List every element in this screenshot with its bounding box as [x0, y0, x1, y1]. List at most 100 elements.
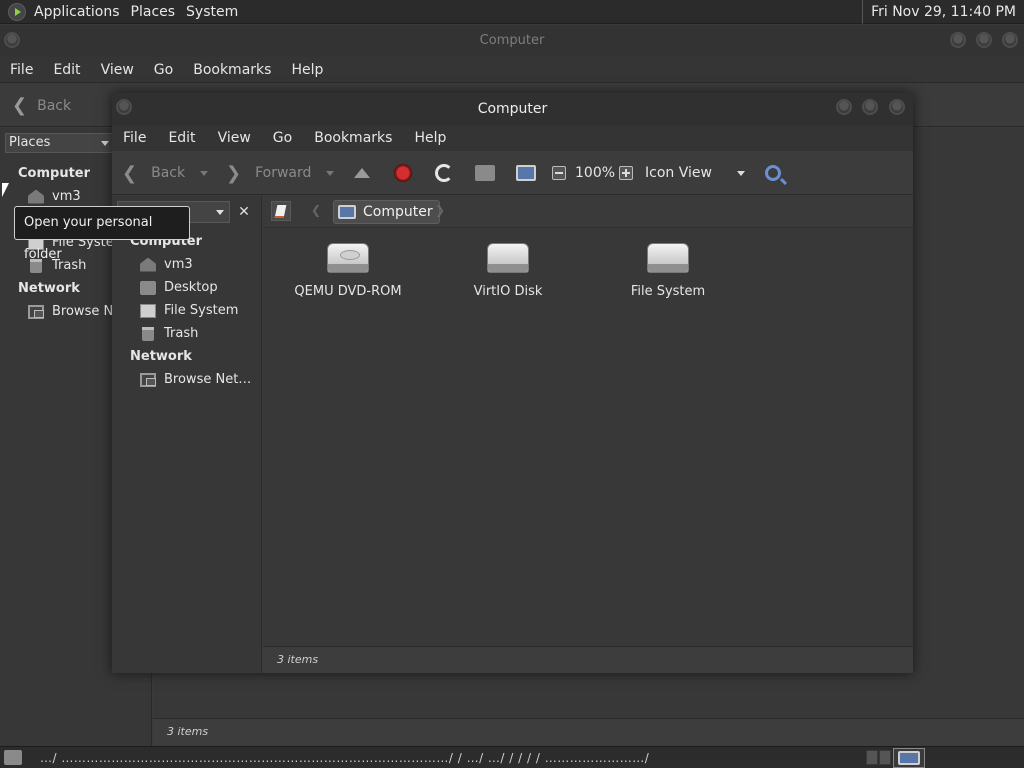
places-menu[interactable]: Places: [129, 4, 185, 20]
sidebar-item-trash[interactable]: Trash: [140, 326, 198, 341]
back-history-dropdown-icon[interactable]: [200, 171, 208, 176]
sidebar-heading-network: Network: [130, 349, 192, 364]
computer-button[interactable]: [516, 151, 536, 195]
sidebar-item-vm3[interactable]: vm3: [140, 257, 193, 272]
file-system-icon: [140, 303, 156, 318]
show-desktop-icon[interactable]: [4, 750, 22, 765]
window-menu-button[interactable]: [116, 99, 132, 115]
toolbar: ❮ Back ❯ Forward 100% Icon View: [112, 151, 913, 195]
sidebar-close-icon[interactable]: ✕: [233, 201, 255, 223]
forward-button[interactable]: ❯ Forward: [226, 151, 311, 195]
drive-label: VirtIO Disk: [473, 284, 543, 299]
forward-label: Forward: [255, 165, 312, 181]
drive-item-virtio[interactable]: VirtIO Disk: [438, 243, 578, 299]
zoom-in-icon: [619, 166, 633, 180]
forward-history-dropdown-icon[interactable]: [326, 171, 334, 176]
sidebar-item-label: Trash: [164, 326, 199, 341]
window-list[interactable]: …/ …………………………………………………………………………………/ / …/…: [40, 748, 860, 768]
sidebar-item-label: File System: [164, 303, 239, 318]
zoom-in-button[interactable]: [619, 151, 633, 195]
icon-view-content[interactable]: QEMU DVD-ROM VirtIO Disk File System: [263, 229, 913, 646]
top-panel: Applications Places System Fri Nov 29, 1…: [0, 0, 1024, 24]
zoom-out-icon: [552, 166, 566, 180]
bg-menu-help[interactable]: Help: [281, 62, 333, 78]
path-bar: ❮ Computer ❯: [263, 196, 913, 228]
stop-button[interactable]: [394, 151, 412, 195]
network-icon: [28, 304, 44, 319]
hard-disk-icon: [487, 243, 529, 273]
window-titlebar[interactable]: Computer: [112, 93, 913, 125]
hard-disk-icon: [647, 243, 689, 273]
zoom-level[interactable]: 100%: [575, 151, 615, 195]
statusbar: 3 items: [263, 646, 913, 673]
bg-window-menu-button[interactable]: [4, 32, 20, 48]
path-button-computer[interactable]: Computer: [333, 200, 440, 224]
bg-menu-view[interactable]: View: [91, 62, 144, 78]
workspace-pager-cell[interactable]: [879, 750, 891, 765]
reload-button[interactable]: [435, 151, 453, 195]
clock[interactable]: Fri Nov 29, 11:40 PM: [862, 0, 1024, 24]
menu-help[interactable]: Help: [403, 130, 457, 146]
up-button[interactable]: [354, 151, 370, 195]
edit-location-icon[interactable]: [271, 201, 291, 221]
sidebar-item-browse-network[interactable]: Browse Net…: [140, 372, 251, 387]
bg-maximize-button[interactable]: [976, 32, 992, 48]
sidebar-item-label: Browse Net…: [164, 372, 252, 387]
drive-item-file-system[interactable]: File System: [598, 243, 738, 299]
bg-back-button[interactable]: ❮ Back: [12, 95, 71, 116]
workspace-pager-cell[interactable]: [866, 750, 878, 765]
path-scroll-left-icon[interactable]: ❮: [311, 203, 321, 217]
close-button[interactable]: [889, 99, 905, 115]
bg-window-titlebar[interactable]: Computer: [0, 25, 1024, 57]
zoom-out-button[interactable]: [552, 151, 566, 195]
back-arrow-icon: ❮: [12, 95, 28, 116]
view-mode-select[interactable]: Icon View: [645, 151, 712, 195]
view-mode-chevron-down-icon[interactable]: [737, 171, 745, 176]
sidebar-item-label: vm3: [164, 257, 193, 272]
bg-back-label: Back: [37, 98, 72, 114]
bg-menu-go[interactable]: Go: [144, 62, 183, 78]
bg-sidebar-item-browse-network[interactable]: Browse Ne: [28, 304, 121, 319]
home-folder-icon: [475, 165, 495, 181]
home-folder-icon: [140, 257, 156, 272]
bg-sidebar-heading-network: Network: [18, 281, 80, 296]
menu-file[interactable]: File: [112, 130, 157, 146]
menubar: File Edit View Go Bookmarks Help: [112, 125, 913, 151]
forward-arrow-icon: ❯: [226, 162, 242, 184]
bg-minimize-button[interactable]: [950, 32, 966, 48]
menu-edit[interactable]: Edit: [157, 130, 206, 146]
bg-close-button[interactable]: [1002, 32, 1018, 48]
sidebar-item-desktop[interactable]: Desktop: [140, 280, 218, 295]
applications-menu[interactable]: Applications: [32, 4, 129, 20]
bg-sidebar-selector[interactable]: Places: [5, 133, 114, 153]
bottom-panel: …/ …………………………………………………………………………………/ / …/…: [0, 746, 1024, 768]
window-title: Computer: [477, 101, 548, 117]
computer-icon: [516, 165, 536, 181]
network-icon: [140, 372, 156, 387]
search-button[interactable]: [765, 151, 781, 195]
menu-view[interactable]: View: [207, 130, 262, 146]
workspace-switcher[interactable]: [893, 748, 925, 768]
computer-icon: [898, 751, 920, 765]
menu-go[interactable]: Go: [262, 130, 303, 146]
stop-icon: [394, 164, 412, 182]
distro-logo-icon[interactable]: [8, 2, 26, 21]
tooltip: Open your personal folder: [14, 206, 190, 262]
path-button-label: Computer: [363, 204, 433, 220]
bg-sidebar-item-vm3[interactable]: vm3: [28, 189, 81, 204]
path-scroll-right-icon[interactable]: ❯: [435, 203, 445, 217]
bg-menu-file[interactable]: File: [0, 62, 43, 78]
home-button[interactable]: [475, 151, 495, 195]
back-button[interactable]: ❮ Back: [122, 151, 185, 195]
bg-menu-edit[interactable]: Edit: [43, 62, 90, 78]
reload-icon: [435, 164, 453, 182]
menu-bookmarks[interactable]: Bookmarks: [303, 130, 403, 146]
maximize-button[interactable]: [862, 99, 878, 115]
bg-menubar: File Edit View Go Bookmarks Help: [0, 57, 1024, 83]
computer-icon: [338, 205, 356, 219]
sidebar-item-file-system[interactable]: File System: [140, 303, 238, 318]
bg-menu-bookmarks[interactable]: Bookmarks: [183, 62, 281, 78]
system-menu[interactable]: System: [184, 4, 247, 20]
drive-item-dvd[interactable]: QEMU DVD-ROM: [278, 243, 418, 299]
minimize-button[interactable]: [836, 99, 852, 115]
